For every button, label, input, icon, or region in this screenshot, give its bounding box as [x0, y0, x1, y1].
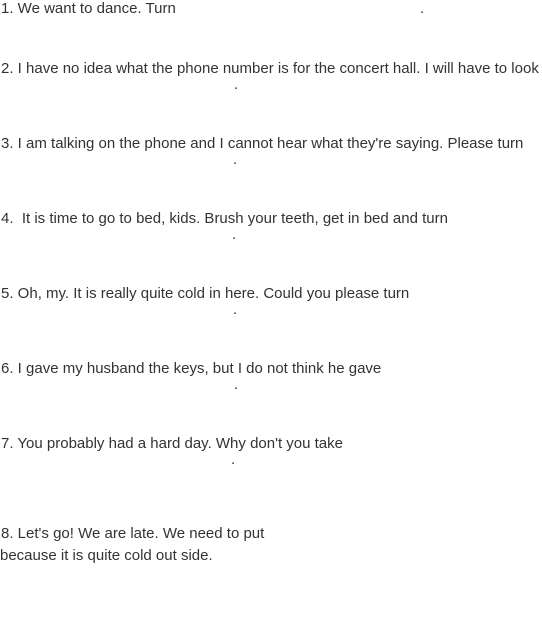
exercise-item-7: 7. You probably had a hard day. Why don'…: [1, 435, 343, 453]
item-text: It is time to go to bed, kids. Brush you…: [13, 210, 448, 227]
item-text: Let's go! We are late. We need to put: [13, 525, 265, 542]
item-5-end-punctuation: .: [233, 301, 238, 318]
item-number: 3.: [1, 135, 14, 152]
item-text: Oh, my. It is really quite cold in here.…: [13, 285, 410, 302]
item-1-end-punctuation: .: [420, 0, 425, 17]
item-number: 2.: [1, 60, 14, 77]
item-text: I gave my husband the keys, but I do not…: [13, 360, 382, 377]
item-number: 4.: [1, 210, 14, 227]
item-7-end-punctuation: .: [231, 451, 236, 468]
fill-in-the-blank-exercise: 1. We want to dance. Turn . 2. I have no…: [0, 0, 542, 624]
exercise-item-1: 1. We want to dance. Turn: [1, 0, 176, 18]
exercise-item-3: 3. I am talking on the phone and I canno…: [1, 135, 523, 153]
item-3-end-punctuation: .: [233, 151, 238, 168]
exercise-item-5: 5. Oh, my. It is really quite cold in he…: [1, 285, 409, 303]
item-text: We want to dance. Turn: [13, 0, 176, 17]
item-number: 8.: [1, 525, 14, 542]
exercise-item-4: 4. It is time to go to bed, kids. Brush …: [1, 210, 448, 228]
item-6-end-punctuation: .: [234, 376, 239, 393]
exercise-item-6: 6. I gave my husband the keys, but I do …: [1, 360, 381, 378]
item-4-end-punctuation: .: [232, 226, 237, 243]
item-number: 6.: [1, 360, 14, 377]
item-2-end-punctuation: .: [234, 76, 239, 93]
item-number: 1.: [1, 0, 14, 17]
exercise-item-2: 2. I have no idea what the phone number …: [1, 60, 539, 78]
exercise-item-8: 8. Let's go! We are late. We need to put: [1, 525, 264, 543]
item-number: 7.: [1, 435, 14, 452]
item-8-continuation: because it is quite cold out side.: [0, 547, 213, 564]
item-text: I am talking on the phone and I cannot h…: [13, 135, 524, 152]
item-text: I have no idea what the phone number is …: [13, 60, 539, 77]
item-text: You probably had a hard day. Why don't y…: [13, 435, 343, 452]
item-number: 5.: [1, 285, 14, 302]
